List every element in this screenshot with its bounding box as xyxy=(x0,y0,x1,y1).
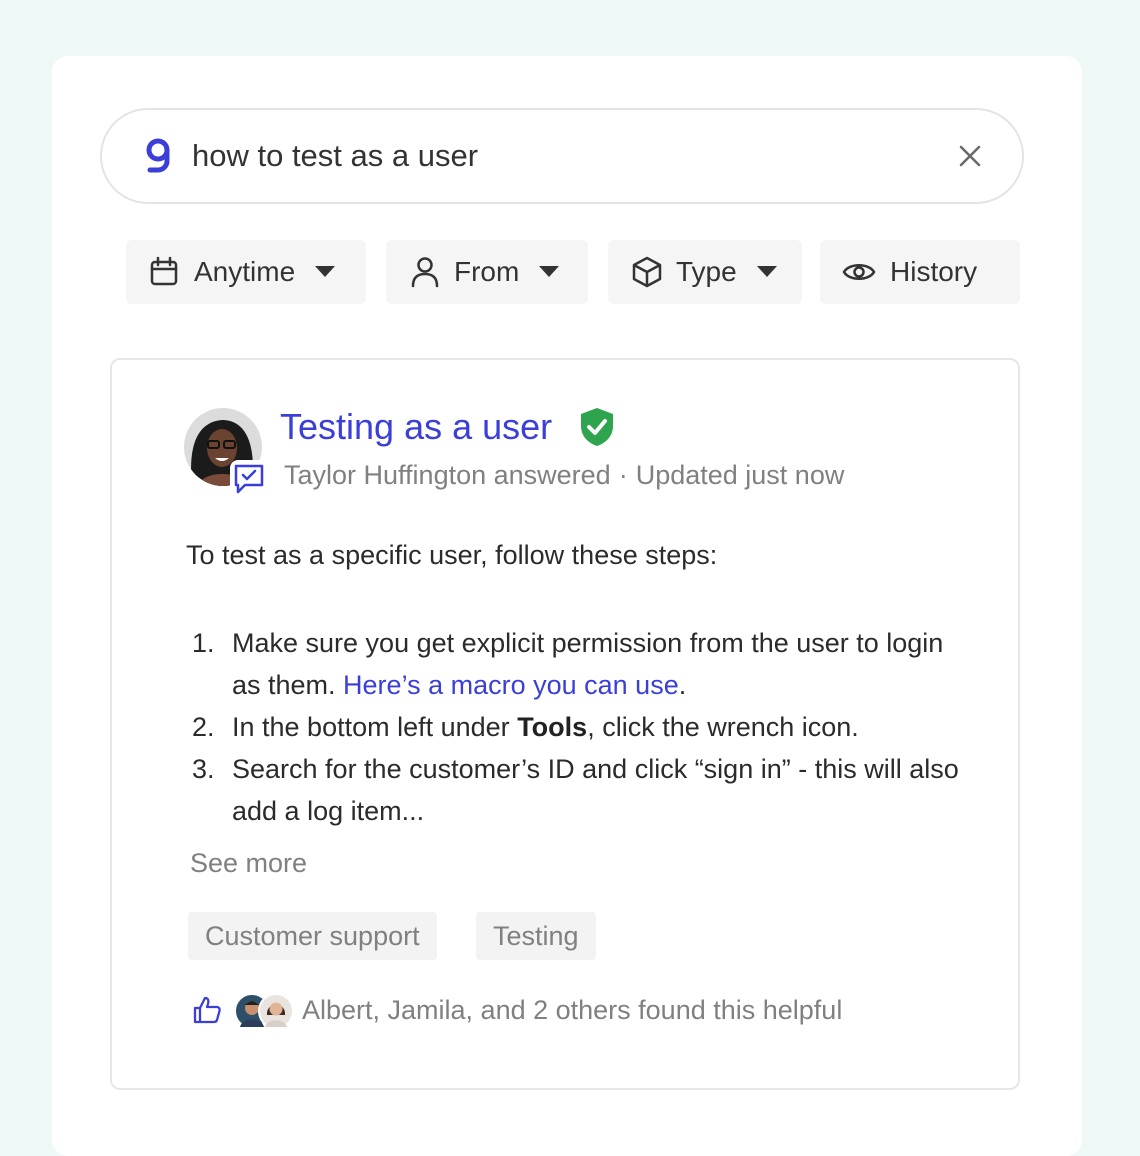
list-item: 2. In the bottom left under Tools, click… xyxy=(186,706,986,748)
meta-separator: · xyxy=(618,460,628,490)
eye-icon xyxy=(842,264,876,280)
macro-link[interactable]: Here’s a macro you can use xyxy=(343,670,679,700)
close-icon[interactable] xyxy=(956,142,984,170)
step-number: 3. xyxy=(192,754,215,784)
step-number: 2. xyxy=(192,712,215,742)
step-number: 1. xyxy=(192,628,215,658)
filter-history-label: History xyxy=(890,256,978,287)
filter-anytime-button[interactable]: Anytime xyxy=(126,240,366,304)
caret-down-icon xyxy=(756,266,777,277)
result-meta: Taylor Huffington answered · Updated just … xyxy=(284,460,844,491)
verified-shield-icon xyxy=(578,406,616,448)
list-item: 1. Make sure you get explicit permission… xyxy=(186,622,986,706)
filter-type-button[interactable]: Type xyxy=(608,240,802,304)
answer-intro: To test as a specific user, follow these… xyxy=(186,540,718,570)
updated-text: Updated just now xyxy=(635,460,845,490)
tag-testing[interactable]: Testing xyxy=(476,912,596,960)
avatar xyxy=(258,993,294,1029)
filter-type-label: Type xyxy=(676,256,737,287)
search-input[interactable] xyxy=(192,138,912,174)
step-text: In the bottom left under Tools, click th… xyxy=(232,712,859,742)
filter-from-label: From xyxy=(454,256,520,287)
author-line: Taylor Huffington answered xyxy=(284,460,611,490)
step-text: Search for the customer’s ID and click “… xyxy=(232,754,959,826)
cube-icon xyxy=(632,256,662,288)
caret-down-icon xyxy=(539,266,560,277)
tools-bold: Tools xyxy=(517,712,588,742)
caret-down-icon xyxy=(315,266,336,277)
search-bar[interactable] xyxy=(100,108,1024,204)
user-icon xyxy=(411,257,439,288)
result-title-link[interactable]: Testing as a user xyxy=(280,406,552,448)
helpful-avatars xyxy=(234,993,294,1029)
result-card: Testing as a user Taylor Huffington answ… xyxy=(110,358,1020,1090)
step-text: Make sure you get explicit permission fr… xyxy=(232,628,944,700)
answered-badge-icon xyxy=(230,460,268,498)
app-logo-icon xyxy=(140,136,176,176)
thumbs-up-icon[interactable] xyxy=(192,995,222,1025)
helpful-text: Albert, Jamila, and 2 others found this … xyxy=(302,994,843,1025)
search-panel: Anytime From Type History xyxy=(52,56,1082,1156)
calendar-icon xyxy=(150,256,178,286)
helpful-row: Albert, Jamila, and 2 others found this … xyxy=(192,990,842,1030)
answer-steps-list: 1. Make sure you get explicit permission… xyxy=(186,622,986,832)
filter-from-button[interactable]: From xyxy=(386,240,588,304)
see-more-link[interactable]: See more xyxy=(190,848,307,879)
list-item: 3. Search for the customer’s ID and clic… xyxy=(186,748,986,832)
filter-anytime-label: Anytime xyxy=(194,256,296,287)
filter-history-button[interactable]: History xyxy=(820,240,1020,304)
tag-customer-support[interactable]: Customer support xyxy=(188,912,437,960)
